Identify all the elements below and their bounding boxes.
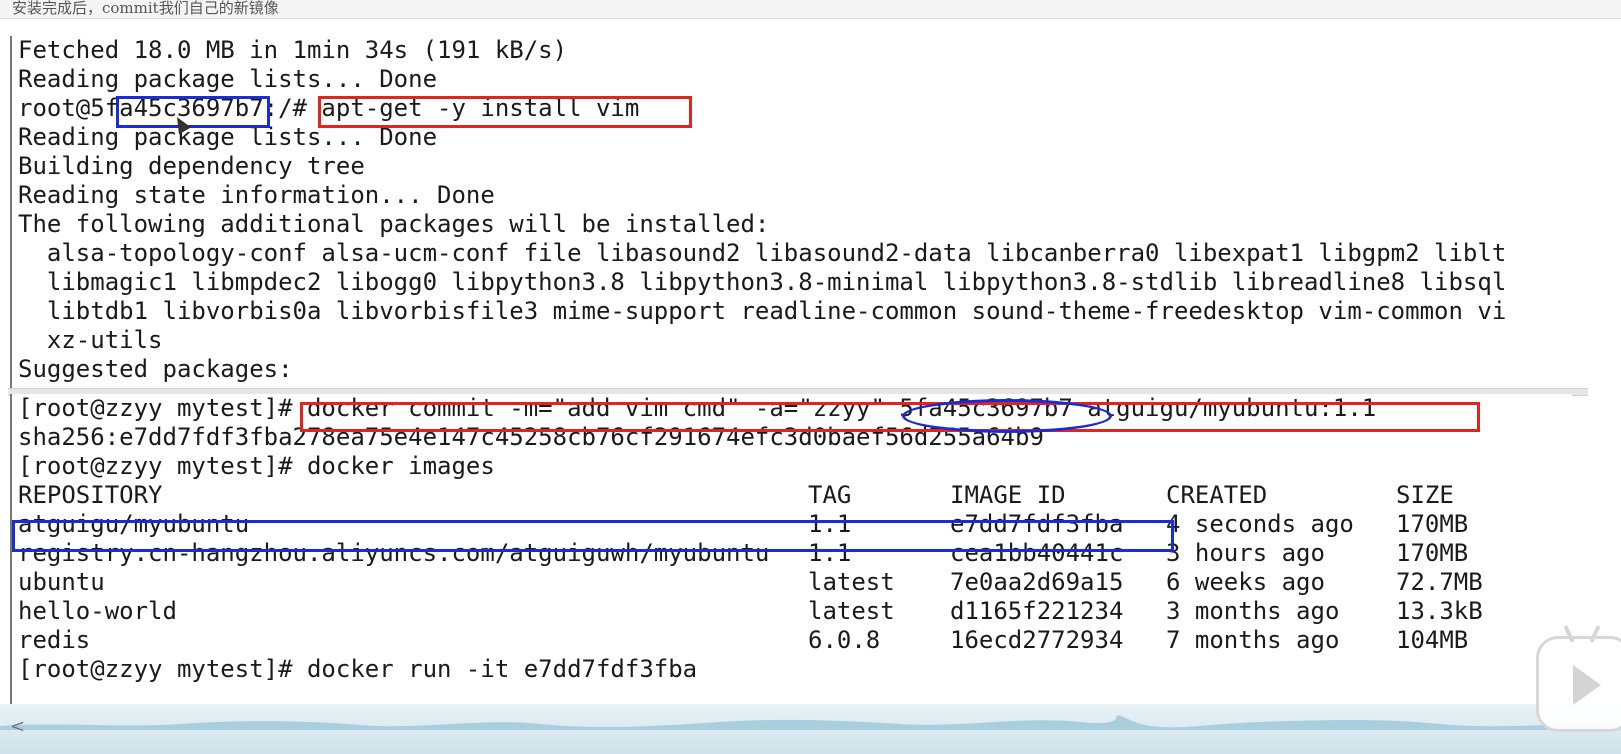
- images-command-line: [root@zzyy mytest]# docker images: [18, 452, 495, 480]
- table-cell-tag: 6.0.8: [808, 626, 881, 654]
- table-cell-tag: latest: [808, 568, 895, 596]
- table-cell-size: 104MB: [1396, 626, 1469, 654]
- terminal-line: xz-utils: [18, 326, 163, 354]
- terminal-line: Reading state information... Done: [18, 181, 495, 209]
- table-cell-repository: ubuntu: [18, 568, 105, 596]
- table-header-created: CREATED: [1166, 481, 1268, 509]
- terminal-line: Building dependency tree: [18, 152, 365, 180]
- table-cell-size: 72.7MB: [1396, 568, 1483, 596]
- terminal-line: alsa-topology-conf alsa-ucm-conf file li…: [18, 239, 1507, 267]
- table-cell-created: 7 months ago: [1166, 626, 1340, 654]
- play-button-ear: [1589, 624, 1601, 644]
- audio-waveform-icon: [0, 715, 1621, 730]
- screen: 安装完成后，commit我们自己的新镜像 Fetched 18.0 MB in …: [0, 0, 1621, 754]
- table-header-tag: TAG: [808, 481, 852, 509]
- table-cell-created: 3 months ago: [1166, 597, 1340, 625]
- table-cell-repository: redis: [18, 626, 91, 654]
- table-cell-created: 3 hours ago: [1166, 539, 1325, 567]
- terminal-line: Reading package lists... Done: [18, 65, 438, 93]
- table-cell-size: 170MB: [1396, 539, 1469, 567]
- install-command-highlight: [318, 96, 692, 128]
- chevron-left-icon[interactable]: <: [10, 716, 25, 737]
- run-command-line: [root@zzyy mytest]# docker run -it e7dd7…: [18, 655, 698, 683]
- terminal-line: The following additional packages will b…: [18, 210, 770, 238]
- table-header-size: SIZE: [1396, 481, 1454, 509]
- table-cell-image-id: d1165f221234: [950, 597, 1124, 625]
- table-header-repository: REPOSITORY: [18, 481, 163, 509]
- table-cell-created: 4 seconds ago: [1166, 510, 1354, 538]
- play-icon: [1573, 665, 1601, 705]
- table-cell-tag: latest: [808, 597, 895, 625]
- table-cell-image-id: 16ecd2772934: [950, 626, 1124, 654]
- terminal-pane-top[interactable]: Fetched 18.0 MB in 1min 34s (191 kB/s) R…: [10, 36, 1572, 388]
- container-id-oval-highlight: [902, 399, 1112, 433]
- table-cell-size: 170MB: [1396, 510, 1469, 538]
- container-id-highlight: [116, 96, 270, 128]
- table-cell-created: 6 weeks ago: [1166, 568, 1325, 596]
- new-image-row-highlight: [12, 520, 1174, 552]
- play-button[interactable]: [1536, 624, 1621, 732]
- caption-text: 安装完成后，commit我们自己的新镜像: [12, 0, 279, 17]
- terminal-line: Suggested packages:: [18, 355, 293, 383]
- table-cell-repository: hello-world: [18, 597, 177, 625]
- terminal-line: libmagic1 libmpdec2 libogg0 libpython3.8…: [18, 268, 1507, 296]
- terminal-line: libtdb1 libvorbis0a libvorbisfile3 mime-…: [18, 297, 1507, 325]
- table-cell-size: 13.3kB: [1396, 597, 1483, 625]
- table-header-image-id: IMAGE ID: [950, 481, 1066, 509]
- terminal-line: Fetched 18.0 MB in 1min 34s (191 kB/s): [18, 36, 568, 64]
- table-cell-image-id: 7e0aa2d69a15: [950, 568, 1124, 596]
- caption-bar: 安装完成后，commit我们自己的新镜像: [0, 0, 1621, 19]
- commit-command-highlight: [300, 402, 1480, 432]
